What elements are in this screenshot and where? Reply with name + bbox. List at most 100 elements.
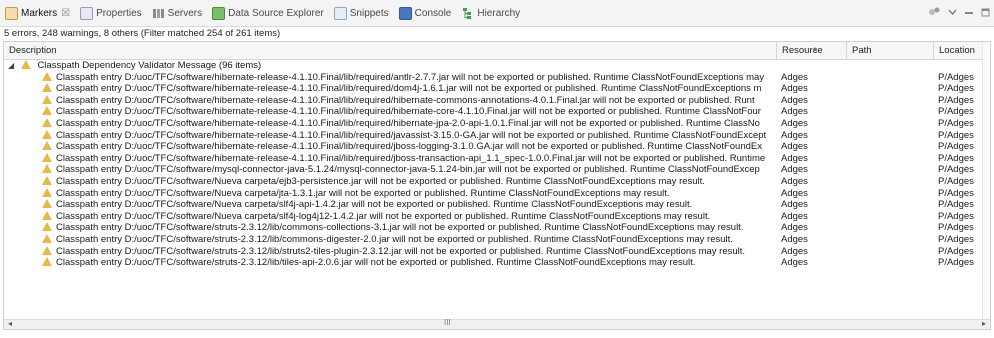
description-text: Classpath entry D:/uoc/TFC/software/mysq…	[56, 164, 760, 176]
path-cell	[847, 118, 934, 130]
tab-hierarchy-label: Hierarchy	[477, 7, 521, 19]
table-row[interactable]: Classpath entry D:/uoc/TFC/software/stru…	[4, 245, 990, 258]
table-row[interactable]: Classpath entry D:/uoc/TFC/software/hibe…	[4, 141, 990, 153]
table-row[interactable]: Classpath entry D:/uoc/TFC/software/stru…	[4, 257, 990, 269]
table-row[interactable]: Classpath entry D:/uoc/TFC/software/hibe…	[4, 152, 990, 165]
tab-console[interactable]: Console	[394, 1, 457, 25]
path-cell	[847, 234, 934, 246]
path-cell	[847, 72, 934, 84]
tab-markers[interactable]: Markers ☒	[0, 1, 75, 25]
description-cell: Classpath entry D:/uoc/TFC/software/stru…	[4, 222, 777, 234]
description-text: Classpath entry D:/uoc/TFC/software/stru…	[56, 245, 746, 257]
description-cell: Classpath entry D:/uoc/TFC/software/hibe…	[4, 83, 777, 95]
table-row[interactable]: Classpath entry D:/uoc/TFC/software/Nuev…	[4, 199, 990, 211]
resource-cell: Adges	[781, 245, 808, 257]
description-text: Classpath entry D:/uoc/TFC/software/hibe…	[56, 83, 762, 95]
group-row[interactable]: ◢ Classpath Dependency Validator Message…	[4, 60, 990, 72]
table-row[interactable]: Classpath entry D:/uoc/TFC/software/Nuev…	[4, 175, 990, 188]
table-row[interactable]: Classpath entry D:/uoc/TFC/software/Nuev…	[4, 187, 990, 200]
maximize-icon[interactable]	[981, 8, 990, 20]
warning-icon	[42, 233, 52, 243]
expand-arrow-icon[interactable]: ◢	[8, 60, 14, 72]
close-icon[interactable]: ☒	[61, 8, 70, 19]
table-header: Description ▲ Resource Path Location	[4, 42, 990, 60]
description-text: Classpath entry D:/uoc/TFC/software/Nuev…	[56, 210, 711, 222]
minimize-icon[interactable]	[964, 8, 974, 19]
warning-icon	[20, 60, 31, 69]
description-text: Classpath entry D:/uoc/TFC/software/Nuev…	[56, 199, 693, 211]
description-cell: Classpath entry D:/uoc/TFC/software/hibe…	[4, 129, 777, 142]
description-text: Classpath entry D:/uoc/TFC/software/stru…	[56, 257, 696, 269]
resource-cell: Adges	[781, 152, 808, 164]
tab-hierarchy[interactable]: Hierarchy	[456, 1, 525, 25]
table-row[interactable]: Classpath entry D:/uoc/TFC/software/hibe…	[4, 106, 990, 118]
path-cell	[847, 83, 934, 95]
scroll-right-icon[interactable]: ▸	[982, 319, 986, 328]
path-cell	[847, 153, 934, 165]
description-cell: Classpath entry D:/uoc/TFC/software/stru…	[4, 257, 777, 269]
data-source-explorer-icon	[212, 6, 226, 20]
table-row[interactable]: Classpath entry D:/uoc/TFC/software/hibe…	[4, 117, 990, 130]
resource-cell: Adges	[781, 117, 808, 129]
path-cell	[847, 106, 934, 118]
column-resource[interactable]: ▲ Resource	[777, 42, 847, 59]
tab-data-source-explorer-label: Data Source Explorer	[228, 7, 324, 19]
view-menu-icon[interactable]	[948, 8, 957, 19]
tab-data-source-explorer[interactable]: Data Source Explorer	[207, 1, 329, 25]
markers-icon	[5, 6, 18, 20]
warning-icon	[42, 106, 52, 116]
table-row[interactable]: Classpath entry D:/uoc/TFC/software/hibe…	[4, 71, 990, 84]
description-cell: Classpath entry D:/uoc/TFC/software/Nuev…	[4, 210, 777, 223]
warning-icon	[42, 117, 52, 127]
table-row[interactable]: Classpath entry D:/uoc/TFC/software/hibe…	[4, 94, 990, 107]
description-text: Classpath entry D:/uoc/TFC/software/hibe…	[56, 152, 766, 164]
description-cell: Classpath entry D:/uoc/TFC/software/hibe…	[4, 117, 777, 130]
table-row[interactable]: Classpath entry D:/uoc/TFC/software/hibe…	[4, 129, 990, 142]
tab-servers[interactable]: Servers	[147, 1, 207, 25]
path-cell	[847, 188, 934, 200]
table-row[interactable]: Classpath entry D:/uoc/TFC/software/stru…	[4, 222, 990, 234]
resource-cell: Adges	[781, 106, 808, 118]
resource-cell: Adges	[781, 222, 808, 234]
path-cell	[847, 257, 934, 269]
description-cell: Classpath entry D:/uoc/TFC/software/stru…	[4, 233, 777, 246]
tab-servers-label: Servers	[167, 7, 203, 19]
path-cell	[847, 95, 934, 107]
resource-cell: Adges	[781, 187, 808, 199]
table-row[interactable]: Classpath entry D:/uoc/TFC/software/mysq…	[4, 164, 990, 176]
warning-icon	[42, 245, 52, 255]
resource-cell: Adges	[781, 71, 808, 83]
resource-cell: Adges	[781, 199, 808, 211]
servers-icon	[152, 7, 165, 20]
column-description[interactable]: Description	[4, 42, 777, 59]
column-path[interactable]: Path	[847, 42, 934, 59]
warning-icon	[42, 257, 52, 267]
table-row[interactable]: Classpath entry D:/uoc/TFC/software/Nuev…	[4, 210, 990, 223]
description-text: Classpath entry D:/uoc/TFC/software/hibe…	[56, 106, 761, 118]
description-cell: Classpath entry D:/uoc/TFC/software/hibe…	[4, 152, 777, 165]
marker-rows: Classpath entry D:/uoc/TFC/software/hibe…	[4, 71, 990, 269]
tab-properties-label: Properties	[96, 7, 142, 19]
scroll-left-icon[interactable]: ◂	[8, 319, 12, 328]
table-row[interactable]: Classpath entry D:/uoc/TFC/software/stru…	[4, 233, 990, 246]
snippets-icon	[333, 6, 347, 20]
resource-cell: Adges	[781, 141, 808, 153]
filter-icon[interactable]	[927, 6, 941, 21]
description-cell: Classpath entry D:/uoc/TFC/software/stru…	[4, 245, 777, 258]
description-cell: Classpath entry D:/uoc/TFC/software/Nuev…	[4, 175, 777, 188]
vertical-scrollbar[interactable]	[982, 42, 990, 329]
tab-snippets[interactable]: Snippets	[329, 1, 394, 25]
scroll-grip[interactable]: III	[444, 318, 451, 327]
description-cell: Classpath entry D:/uoc/TFC/software/hibe…	[4, 94, 777, 107]
tab-properties[interactable]: Properties	[75, 1, 147, 25]
tab-snippets-label: Snippets	[349, 7, 389, 19]
table-row[interactable]: Classpath entry D:/uoc/TFC/software/hibe…	[4, 83, 990, 95]
warning-icon	[42, 94, 52, 104]
path-cell	[847, 164, 934, 176]
description-cell: Classpath entry D:/uoc/TFC/software/Nuev…	[4, 187, 777, 200]
horizontal-scrollbar[interactable]: ◂ III ▸	[4, 318, 990, 329]
group-cell: ◢ Classpath Dependency Validator Message…	[4, 60, 777, 72]
warning-icon	[42, 199, 52, 209]
hierarchy-icon	[461, 7, 474, 20]
markers-table: Description ▲ Resource Path Location ◢ C…	[3, 41, 991, 330]
